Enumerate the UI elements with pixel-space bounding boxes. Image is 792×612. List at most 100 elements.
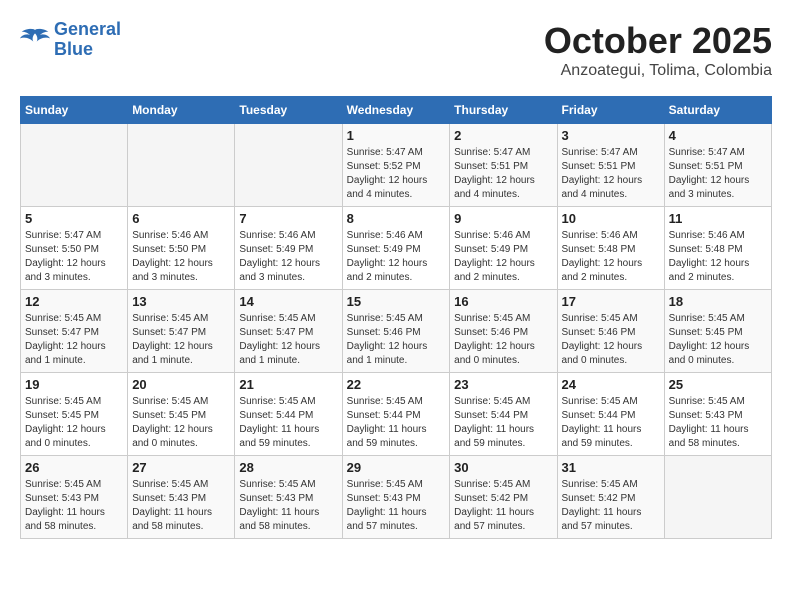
header-monday: Monday [128,97,235,124]
day-number: 15 [347,294,446,309]
week-row-1: 1 Sunrise: 5:47 AM Sunset: 5:52 PM Daylig… [21,124,772,207]
calendar-cell: 1 Sunrise: 5:47 AM Sunset: 5:52 PM Daylig… [342,124,450,207]
day-number: 18 [669,294,767,309]
calendar-cell: 22 Sunrise: 5:45 AM Sunset: 5:44 PM Dayli… [342,373,450,456]
day-info: Sunrise: 5:45 AM Sunset: 5:43 PM Dayligh… [239,478,337,534]
day-number: 30 [454,460,552,475]
day-info: Sunrise: 5:45 AM Sunset: 5:43 PM Dayligh… [347,478,446,534]
calendar-cell: 2 Sunrise: 5:47 AM Sunset: 5:51 PM Daylig… [450,124,557,207]
calendar-header: SundayMondayTuesdayWednesdayThursdayFrid… [21,97,772,124]
calendar-cell: 30Sunrise: 5:45 AM Sunset: 5:42 PM Dayli… [450,456,557,539]
calendar-cell: 11 Sunrise: 5:46 AM Sunset: 5:48 PM Dayli… [664,207,771,290]
day-number: 6 [132,211,230,226]
day-number: 8 [347,211,446,226]
day-info: Sunrise: 5:45 AM Sunset: 5:45 PM Dayligh… [25,395,123,451]
calendar-cell: 18 Sunrise: 5:45 AM Sunset: 5:45 PM Dayli… [664,290,771,373]
day-info: Sunrise: 5:45 AM Sunset: 5:46 PM Dayligh… [454,312,552,368]
header-sunday: Sunday [21,97,128,124]
day-number: 17 [562,294,660,309]
logo-text: General Blue [54,20,121,60]
day-number: 3 [562,128,660,143]
page-header: General Blue October 2025 Anzoategui, To… [20,20,772,80]
calendar-cell: 12Sunrise: 5:45 AM Sunset: 5:47 PM Dayli… [21,290,128,373]
day-number: 22 [347,377,446,392]
calendar-cell: 20Sunrise: 5:45 AM Sunset: 5:45 PM Dayli… [128,373,235,456]
title-block: October 2025 Anzoategui, Tolima, Colombi… [544,20,772,80]
day-number: 24 [562,377,660,392]
calendar-body: 1 Sunrise: 5:47 AM Sunset: 5:52 PM Daylig… [21,124,772,539]
day-number: 25 [669,377,767,392]
day-number: 1 [347,128,446,143]
calendar-cell: 27 Sunrise: 5:45 AM Sunset: 5:43 PM Dayli… [128,456,235,539]
calendar-cell: 14Sunrise: 5:45 AM Sunset: 5:47 PM Dayli… [235,290,342,373]
month-title: October 2025 [544,20,772,62]
day-number: 29 [347,460,446,475]
day-info: Sunrise: 5:45 AM Sunset: 5:45 PM Dayligh… [669,312,767,368]
calendar-cell: 3 Sunrise: 5:47 AM Sunset: 5:51 PM Daylig… [557,124,664,207]
day-info: Sunrise: 5:47 AM Sunset: 5:51 PM Dayligh… [669,146,767,202]
calendar-cell: 21Sunrise: 5:45 AM Sunset: 5:44 PM Dayli… [235,373,342,456]
day-info: Sunrise: 5:45 AM Sunset: 5:44 PM Dayligh… [347,395,446,451]
calendar-cell: 16 Sunrise: 5:45 AM Sunset: 5:46 PM Dayli… [450,290,557,373]
calendar-cell: 13 Sunrise: 5:45 AM Sunset: 5:47 PM Dayli… [128,290,235,373]
calendar-cell: 24 Sunrise: 5:45 AM Sunset: 5:44 PM Dayli… [557,373,664,456]
day-info: Sunrise: 5:45 AM Sunset: 5:46 PM Dayligh… [562,312,660,368]
day-info: Sunrise: 5:45 AM Sunset: 5:43 PM Dayligh… [132,478,230,534]
day-info: Sunrise: 5:45 AM Sunset: 5:44 PM Dayligh… [454,395,552,451]
header-row: SundayMondayTuesdayWednesdayThursdayFrid… [21,97,772,124]
location-subtitle: Anzoategui, Tolima, Colombia [544,62,772,80]
day-number: 19 [25,377,123,392]
logo: General Blue [20,20,121,60]
day-number: 11 [669,211,767,226]
day-number: 10 [562,211,660,226]
day-number: 4 [669,128,767,143]
day-info: Sunrise: 5:46 AM Sunset: 5:48 PM Dayligh… [669,229,767,285]
day-info: Sunrise: 5:47 AM Sunset: 5:51 PM Dayligh… [562,146,660,202]
header-saturday: Saturday [664,97,771,124]
week-row-3: 12Sunrise: 5:45 AM Sunset: 5:47 PM Dayli… [21,290,772,373]
day-number: 16 [454,294,552,309]
calendar-cell: 6 Sunrise: 5:46 AM Sunset: 5:50 PM Daylig… [128,207,235,290]
day-number: 2 [454,128,552,143]
day-info: Sunrise: 5:45 AM Sunset: 5:42 PM Dayligh… [562,478,660,534]
header-friday: Friday [557,97,664,124]
week-row-4: 19 Sunrise: 5:45 AM Sunset: 5:45 PM Dayli… [21,373,772,456]
day-info: Sunrise: 5:46 AM Sunset: 5:48 PM Dayligh… [562,229,660,285]
day-info: Sunrise: 5:45 AM Sunset: 5:47 PM Dayligh… [132,312,230,368]
calendar-cell: 28 Sunrise: 5:45 AM Sunset: 5:43 PM Dayli… [235,456,342,539]
calendar-cell: 10 Sunrise: 5:46 AM Sunset: 5:48 PM Dayli… [557,207,664,290]
calendar-cell: 26Sunrise: 5:45 AM Sunset: 5:43 PM Dayli… [21,456,128,539]
day-number: 9 [454,211,552,226]
day-info: Sunrise: 5:47 AM Sunset: 5:52 PM Dayligh… [347,146,446,202]
calendar-cell: 29 Sunrise: 5:45 AM Sunset: 5:43 PM Dayli… [342,456,450,539]
day-info: Sunrise: 5:46 AM Sunset: 5:50 PM Dayligh… [132,229,230,285]
calendar-cell: 8Sunrise: 5:46 AM Sunset: 5:49 PM Daylig… [342,207,450,290]
calendar-table: SundayMondayTuesdayWednesdayThursdayFrid… [20,96,772,539]
day-info: Sunrise: 5:46 AM Sunset: 5:49 PM Dayligh… [454,229,552,285]
calendar-cell: 19 Sunrise: 5:45 AM Sunset: 5:45 PM Dayli… [21,373,128,456]
day-info: Sunrise: 5:47 AM Sunset: 5:51 PM Dayligh… [454,146,552,202]
header-wednesday: Wednesday [342,97,450,124]
calendar-cell [128,124,235,207]
day-number: 13 [132,294,230,309]
day-info: Sunrise: 5:45 AM Sunset: 5:43 PM Dayligh… [669,395,767,451]
day-info: Sunrise: 5:47 AM Sunset: 5:50 PM Dayligh… [25,229,123,285]
day-info: Sunrise: 5:46 AM Sunset: 5:49 PM Dayligh… [239,229,337,285]
calendar-cell: 5Sunrise: 5:47 AM Sunset: 5:50 PM Daylig… [21,207,128,290]
calendar-cell: 4 Sunrise: 5:47 AM Sunset: 5:51 PM Daylig… [664,124,771,207]
calendar-cell: 15Sunrise: 5:45 AM Sunset: 5:46 PM Dayli… [342,290,450,373]
day-number: 23 [454,377,552,392]
day-info: Sunrise: 5:45 AM Sunset: 5:44 PM Dayligh… [562,395,660,451]
day-number: 27 [132,460,230,475]
calendar-cell: 7Sunrise: 5:46 AM Sunset: 5:49 PM Daylig… [235,207,342,290]
header-tuesday: Tuesday [235,97,342,124]
day-info: Sunrise: 5:45 AM Sunset: 5:43 PM Dayligh… [25,478,123,534]
header-thursday: Thursday [450,97,557,124]
day-number: 28 [239,460,337,475]
day-info: Sunrise: 5:45 AM Sunset: 5:47 PM Dayligh… [25,312,123,368]
day-number: 14 [239,294,337,309]
calendar-cell: 17 Sunrise: 5:45 AM Sunset: 5:46 PM Dayli… [557,290,664,373]
logo-icon [20,26,50,54]
week-row-5: 26Sunrise: 5:45 AM Sunset: 5:43 PM Dayli… [21,456,772,539]
calendar-cell: 25 Sunrise: 5:45 AM Sunset: 5:43 PM Dayli… [664,373,771,456]
